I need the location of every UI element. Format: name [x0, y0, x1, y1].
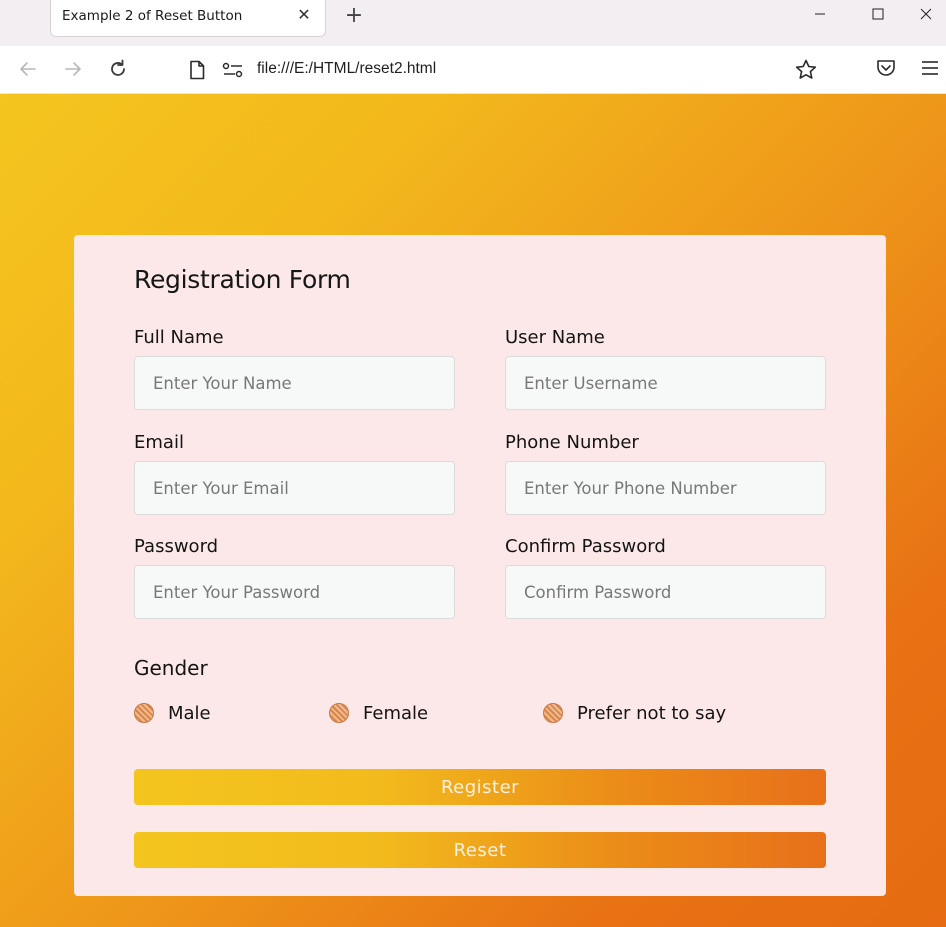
user-name-input[interactable]: [505, 356, 826, 410]
page-viewport: Registration Form Full Name User Name Em…: [0, 94, 946, 927]
radio-button-male[interactable]: [134, 703, 154, 723]
phone-number-label: Phone Number: [505, 432, 639, 453]
star-icon[interactable]: [794, 58, 818, 82]
browser-toolbar: file:///E:/HTML/reset2.html: [0, 46, 946, 94]
gender-option-female[interactable]: Female: [329, 700, 428, 726]
browser-tab-bar: Example 2 of Reset Button ✕ +: [0, 0, 946, 46]
password-label: Password: [134, 536, 219, 557]
gender-label-prefer-not: Prefer not to say: [577, 702, 727, 724]
phone-number-input[interactable]: [505, 461, 826, 515]
menu-icon[interactable]: [920, 58, 940, 78]
address-bar[interactable]: file:///E:/HTML/reset2.html: [180, 52, 822, 88]
back-icon: [20, 62, 36, 76]
reset-button[interactable]: Reset: [134, 832, 826, 868]
confirm-password-input[interactable]: [505, 565, 826, 619]
radio-button-prefer-not[interactable]: [543, 703, 563, 723]
forward-icon: [65, 62, 81, 76]
permissions-icon[interactable]: [222, 62, 244, 78]
tab-title: Example 2 of Reset Button: [62, 8, 243, 24]
pocket-icon[interactable]: [875, 57, 897, 79]
gender-option-male[interactable]: Male: [134, 700, 211, 726]
radio-button-female[interactable]: [329, 703, 349, 723]
new-tab-button[interactable]: +: [342, 4, 366, 28]
full-name-label: Full Name: [134, 327, 224, 348]
gender-label-male: Male: [168, 702, 211, 724]
forward-button[interactable]: [61, 57, 85, 81]
confirm-password-label: Confirm Password: [505, 536, 666, 557]
user-name-label: User Name: [505, 327, 605, 348]
register-button[interactable]: Register: [134, 769, 826, 805]
gender-option-prefer-not[interactable]: Prefer not to say: [543, 700, 726, 726]
maximize-icon: [872, 8, 884, 20]
window-close-button[interactable]: [906, 2, 946, 28]
window-close-icon: [920, 8, 932, 20]
reload-icon: [111, 59, 125, 76]
gender-title: Gender: [134, 656, 208, 680]
email-label: Email: [134, 432, 184, 453]
reload-button[interactable]: [106, 57, 130, 81]
maximize-button[interactable]: [858, 2, 898, 28]
registration-form: Registration Form Full Name User Name Em…: [74, 235, 886, 896]
minimize-icon: [815, 13, 825, 15]
back-button[interactable]: [16, 57, 40, 81]
email-input[interactable]: [134, 461, 455, 515]
password-input[interactable]: [134, 565, 455, 619]
tab-close-icon[interactable]: ✕: [295, 6, 313, 24]
gender-label-female: Female: [363, 702, 429, 724]
page-icon: [190, 60, 205, 80]
full-name-input[interactable]: [134, 356, 455, 410]
browser-tab[interactable]: Example 2 of Reset Button ✕: [50, 0, 326, 37]
url-text[interactable]: file:///E:/HTML/reset2.html: [257, 60, 436, 78]
minimize-button[interactable]: [800, 2, 840, 28]
form-title: Registration Form: [134, 265, 351, 294]
